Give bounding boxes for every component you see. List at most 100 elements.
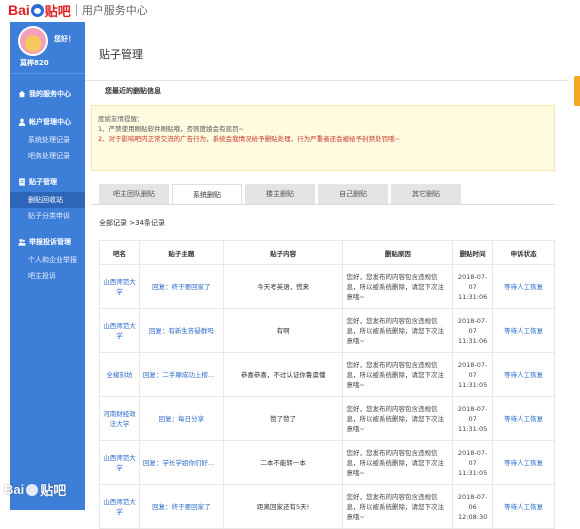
post-content: 赞了赞了 xyxy=(222,396,344,441)
post-subject-link[interactable]: 回复：有新生答疑群吗 xyxy=(138,308,224,353)
user-icon xyxy=(18,118,26,126)
bar-name-link[interactable]: 山西师范大学 xyxy=(99,264,140,309)
column-header: 删贴原因 xyxy=(342,240,454,265)
column-header: 贴子内容 xyxy=(222,240,344,265)
post-subject-link[interactable]: 回复：终于要回家了 xyxy=(138,264,224,309)
table-row: 全椒刻坊 回复：二手摩成功上榜，… 恭喜恭喜，不过认证你鲁虞懂 您好，您发布的内… xyxy=(99,352,555,397)
post-content: 今天考英语，慌来 xyxy=(222,264,344,309)
post-content: 距离回家还有5天! xyxy=(222,484,344,529)
bar-name-link[interactable]: 山西师范大学 xyxy=(99,484,140,529)
notice-line-1: 1、严禁使用刷贴软件刷贴哦，否则度娘会有惩罚~ xyxy=(98,125,245,133)
watermark-bai: Bai xyxy=(4,482,25,497)
people-icon xyxy=(18,238,26,246)
section-label: 您最近的删贴信息 xyxy=(105,87,161,95)
delete-time: 2018-07-07 11:31:05 xyxy=(452,440,494,485)
record-count-value: 34条记录 xyxy=(135,219,166,227)
delete-time: 2018-07-06 12:08:30 xyxy=(452,484,494,529)
title-divider xyxy=(85,80,568,81)
baidu-tieba-logo[interactable]: Bai 贴吧 xyxy=(8,1,71,20)
record-count-prefix: 全部记录 > xyxy=(99,219,136,227)
user-box: 您好！ 莫桦820 xyxy=(10,22,85,74)
tab-owner-delete[interactable]: 楼主删贴 xyxy=(245,184,315,204)
table-row: 山西师范大学 回复：有新生答疑群吗 有啊 您好，您发布的内容包含违规信息，所以被… xyxy=(99,308,555,353)
tab-system-delete[interactable]: 系统删贴 xyxy=(172,184,242,204)
notice-title: 度娘友情提醒： xyxy=(98,115,144,123)
watermark-paw-icon xyxy=(26,483,39,496)
delete-reason: 您好，您发布的内容包含违规信息，所以被系统删除，请您下次注意哦~ xyxy=(342,396,454,441)
appeal-status-link[interactable]: 等待人工恢复 xyxy=(492,484,555,529)
logo-tieba-text: 贴吧 xyxy=(44,3,71,19)
notice-line-2: 2、对于影响吧内正常交流的广告行为，系统会我情况给予删贴处理，行为严重者还会被给… xyxy=(98,135,401,143)
record-count: 全部记录 >34条记录 xyxy=(99,218,165,228)
sidebar-item-report-personal[interactable]: 个人和企业举报 xyxy=(10,252,85,268)
top-bar: Bai 贴吧 用户服务中心 xyxy=(0,0,580,20)
sidebar-head-label: 我的服务中心 xyxy=(29,90,71,98)
delete-reason: 您好，您发布的内容包含违规信息，所以被系统删除，请您下次注意哦~ xyxy=(342,264,454,309)
tab-admin-team-delete[interactable]: 吧主团队删贴 xyxy=(99,184,169,204)
tab-other-delete[interactable]: 其它删贴 xyxy=(391,184,461,204)
greeting: 您好！ xyxy=(54,35,75,43)
appeal-status-link[interactable]: 等待人工恢复 xyxy=(492,440,555,485)
post-subject-link[interactable]: 回复：二手摩成功上榜，… xyxy=(138,352,224,397)
column-header: 申诉状态 xyxy=(492,240,555,265)
avatar[interactable] xyxy=(18,26,48,56)
username[interactable]: 莫桦820 xyxy=(20,58,49,68)
delete-reason: 您好，您发布的内容包含违规信息，所以被系统删除，请您下次注意哦~ xyxy=(342,440,454,485)
post-subject-link[interactable]: 回复：每日分享 xyxy=(138,396,224,441)
bar-name-link[interactable]: 河南财经政法大学 xyxy=(99,396,140,441)
floating-side-tab[interactable] xyxy=(574,76,580,106)
table-row: 山西师范大学 回复：终于要回家了 今天考英语，慌来 您好，您发布的内容包含违规信… xyxy=(99,264,555,309)
post-subject-link[interactable]: 回复：学长学姐你们好，… xyxy=(138,440,224,485)
sidebar-item-recycle-bin[interactable]: 删贴回收站 xyxy=(10,192,85,208)
sidebar-item-system-records[interactable]: 系统处理记录 xyxy=(10,132,85,148)
appeal-status-link[interactable]: 等待人工恢复 xyxy=(492,264,555,309)
delete-reason: 您好，您发布的内容包含违规信息，所以被系统删除，请您下次注意哦~ xyxy=(342,484,454,529)
table-row: 河南财经政法大学 回复：每日分享 赞了赞了 您好，您发布的内容包含违规信息，所以… xyxy=(99,396,555,441)
sidebar-head-label: 举报投诉管理 xyxy=(29,238,71,246)
bar-name-link[interactable]: 山西师范大学 xyxy=(99,308,140,353)
bar-name-link[interactable]: 山西师范大学 xyxy=(99,440,140,485)
post-subject-link[interactable]: 回复：终于要回家了 xyxy=(138,484,224,529)
column-header: 贴子主题 xyxy=(138,240,224,265)
delete-time: 2018-07-07 11:31:06 xyxy=(452,264,494,309)
table-row: 山西师范大学 回复：学长学姐你们好，… 二本不能转一本 您好，您发布的内容包含违… xyxy=(99,440,555,485)
post-content: 二本不能转一本 xyxy=(222,440,344,485)
tab-bar: 吧主团队删贴 系统删贴 楼主删贴 自己删贴 其它删贴 xyxy=(99,184,464,204)
sidebar-head-label: 贴子管理 xyxy=(29,178,57,186)
sidebar-head-label: 帐户管理中心 xyxy=(29,118,71,126)
document-icon xyxy=(19,178,25,186)
bar-name-link[interactable]: 全椒刻坊 xyxy=(99,352,140,397)
appeal-status-link[interactable]: 等待人工恢复 xyxy=(492,396,555,441)
table-row: 山西师范大学 回复：终于要回家了 距离回家还有5天! 您好，您发布的内容包含违规… xyxy=(99,484,555,529)
header-divider xyxy=(75,4,77,16)
sidebar-head-post-management[interactable]: 贴子管理 xyxy=(10,172,85,192)
post-content: 有啊 xyxy=(222,308,344,353)
page-title: 贴子管理 xyxy=(99,48,143,61)
logo-bai-text: Bai xyxy=(8,2,30,18)
watermark-tieba: 贴吧 xyxy=(40,483,67,498)
tab-self-delete[interactable]: 自己删贴 xyxy=(318,184,388,204)
sidebar-head-account[interactable]: 帐户管理中心 xyxy=(10,112,85,132)
sidebar: 您好！ 莫桦820 我的服务中心 帐户管理中心 系统处理记录 吧务处理记录 贴子… xyxy=(10,22,85,510)
baidu-tieba-watermark: Bai 贴吧 xyxy=(4,480,66,499)
site-name: 用户服务中心 xyxy=(81,4,148,17)
delete-time: 2018-07-07 11:31:05 xyxy=(452,352,494,397)
main-panel: 贴子管理 您最近的删贴信息 度娘友情提醒： 1、严禁使用刷贴软件刷贴哦，否则度娘… xyxy=(85,22,568,529)
sidebar-item-admin-records[interactable]: 吧务处理记录 xyxy=(10,148,85,164)
sidebar-head-my-service[interactable]: 我的服务中心 xyxy=(10,84,85,104)
appeal-status-link[interactable]: 等待人工恢复 xyxy=(492,308,555,353)
notice-box: 度娘友情提醒： 1、严禁使用刷贴软件刷贴哦，否则度娘会有惩罚~ 2、对于影响吧内… xyxy=(91,105,555,171)
table-header-row: 吧名 贴子主题 贴子内容 删贴原因 删贴时间 申诉状态 xyxy=(99,240,555,265)
tabs-divider xyxy=(91,204,555,205)
deleted-posts-table: 吧名 贴子主题 贴子内容 删贴原因 删贴时间 申诉状态 山西师范大学 回复：终于… xyxy=(99,240,555,529)
post-content: 恭喜恭喜，不过认证你鲁虞懂 xyxy=(222,352,344,397)
column-header: 吧名 xyxy=(99,240,140,265)
sidebar-item-admin-complaint[interactable]: 吧主投诉 xyxy=(10,268,85,284)
sidebar-head-report[interactable]: 举报投诉管理 xyxy=(10,232,85,252)
delete-reason: 您好，您发布的内容包含违规信息，所以被系统删除，请您下次注意哦~ xyxy=(342,308,454,353)
appeal-status-link[interactable]: 等待人工恢复 xyxy=(492,352,555,397)
sidebar-item-category-appeal[interactable]: 贴子分类申诉 xyxy=(10,208,85,224)
delete-time: 2018-07-07 11:31:05 xyxy=(452,396,494,441)
delete-reason: 您好，您发布的内容包含违规信息，所以被系统删除，请您下次注意哦~ xyxy=(342,352,454,397)
baidu-paw-icon xyxy=(30,3,44,17)
